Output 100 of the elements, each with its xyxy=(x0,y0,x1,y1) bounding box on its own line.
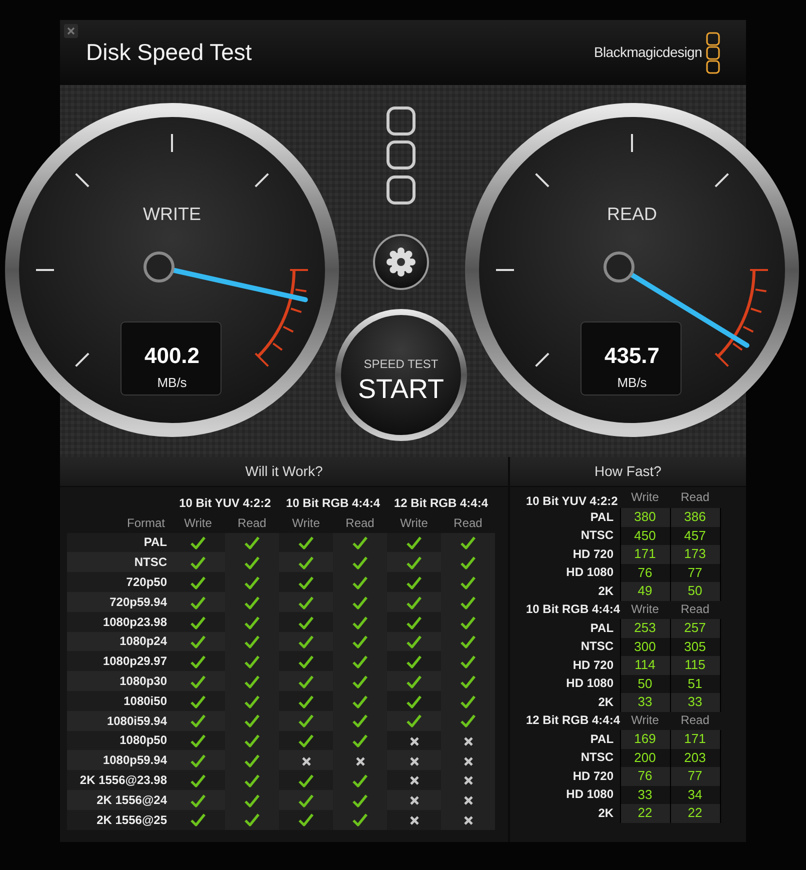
column-header: Format xyxy=(126,516,165,530)
column-header: Read xyxy=(346,516,374,530)
column-header: Write xyxy=(631,490,659,504)
check-icon xyxy=(352,596,368,610)
check-icon xyxy=(244,596,260,610)
speed-cell: 173 xyxy=(670,545,720,564)
column-header: Read xyxy=(454,516,482,530)
speed-cell: 34 xyxy=(670,786,720,804)
check-icon xyxy=(298,813,314,828)
cross-icon xyxy=(464,816,472,825)
speed-cell: 114 xyxy=(620,656,670,675)
check-icon xyxy=(352,794,368,808)
group-header: 12 Bit RGB 4:4:4 xyxy=(526,713,620,728)
check-icon xyxy=(190,734,206,748)
check-icon xyxy=(190,674,206,689)
cross-icon xyxy=(410,816,418,825)
check-icon xyxy=(460,674,476,689)
cross-icon xyxy=(464,756,472,766)
speed-cell: 115 xyxy=(670,656,720,675)
logo-icon xyxy=(386,106,416,204)
group-header: 10 Bit YUV 4:2:2 xyxy=(179,496,271,510)
format-cell: HD 720 xyxy=(526,767,620,786)
format-cell: 2K 1556@24 xyxy=(67,790,171,810)
format-cell: 720p59.94 xyxy=(67,592,171,612)
check-icon xyxy=(298,734,314,748)
check-icon xyxy=(244,655,260,670)
check-icon xyxy=(190,576,206,590)
speed-cell: 50 xyxy=(670,582,720,601)
group-header: 10 Bit RGB 4:4:4 xyxy=(526,602,620,616)
check-icon xyxy=(298,674,314,689)
check-icon xyxy=(352,556,368,570)
start-button[interactable]: SPEED TEST START xyxy=(335,309,467,441)
window-title: Disk Speed Test xyxy=(86,38,252,68)
check-icon xyxy=(406,694,422,709)
check-icon xyxy=(352,674,368,689)
check-icon xyxy=(460,655,476,670)
format-cell: PAL xyxy=(526,508,620,527)
speed-cell: 300 xyxy=(620,638,670,656)
column-header: Read xyxy=(680,713,710,728)
column-header: Write xyxy=(631,602,659,616)
check-icon xyxy=(460,714,476,728)
format-cell: NTSC xyxy=(526,526,620,546)
speed-value: 435.7 xyxy=(604,343,660,368)
check-icon xyxy=(190,655,206,670)
speed-cell: 77 xyxy=(670,767,720,786)
settings-icon xyxy=(386,248,416,276)
format-cell: 1080i50 xyxy=(67,690,171,711)
brand-name: Blackmagicdesign xyxy=(594,43,702,62)
close-button[interactable] xyxy=(64,24,78,38)
check-icon xyxy=(352,655,368,670)
check-icon xyxy=(244,556,260,570)
check-icon xyxy=(406,556,422,570)
check-icon xyxy=(406,635,422,650)
format-cell: PAL xyxy=(526,619,620,638)
speed-cell: 76 xyxy=(620,767,670,786)
check-icon xyxy=(298,616,314,630)
column-header: Write xyxy=(631,713,659,728)
check-icon xyxy=(460,694,476,709)
check-icon xyxy=(298,774,314,788)
close-icon xyxy=(67,27,75,35)
speed-cell: 203 xyxy=(670,748,720,768)
check-icon xyxy=(190,635,206,650)
check-icon xyxy=(406,674,422,689)
check-icon xyxy=(406,655,422,670)
speed-cell: 33 xyxy=(620,786,670,804)
check-icon xyxy=(352,714,368,728)
check-icon xyxy=(352,734,368,748)
check-icon xyxy=(244,714,260,728)
format-cell: HD 1080 xyxy=(526,786,620,804)
column-header: Write xyxy=(292,516,320,530)
check-icon xyxy=(244,635,260,650)
check-icon xyxy=(352,774,368,788)
check-icon xyxy=(244,734,260,748)
check-icon xyxy=(460,536,476,550)
check-icon xyxy=(298,794,314,808)
format-cell: 2K xyxy=(526,804,620,823)
speed-value: 400.2 xyxy=(144,343,200,368)
check-icon xyxy=(298,635,314,650)
format-cell: 2K 1556@25 xyxy=(67,810,171,830)
check-icon xyxy=(244,813,260,828)
check-icon xyxy=(352,635,368,650)
gauge-label: READ xyxy=(607,204,657,224)
column-header: Write xyxy=(400,516,428,530)
format-cell: NTSC xyxy=(526,748,620,768)
check-icon xyxy=(352,616,368,630)
check-icon xyxy=(406,536,422,550)
speed-cell: 22 xyxy=(620,804,670,823)
format-cell: 1080p30 xyxy=(67,671,171,691)
format-cell: 1080p59.94 xyxy=(67,750,171,770)
speed-cell: 51 xyxy=(670,674,720,694)
check-icon xyxy=(190,694,206,709)
speed-cell: 257 xyxy=(670,619,720,638)
speed-cell: 380 xyxy=(620,508,670,527)
speed-cell: 200 xyxy=(620,748,670,768)
cross-icon xyxy=(410,756,418,766)
speed-cell: 33 xyxy=(670,693,720,712)
check-icon xyxy=(244,694,260,709)
speed-cell: 253 xyxy=(620,619,670,638)
settings-button[interactable] xyxy=(373,234,429,290)
check-icon xyxy=(460,596,476,610)
